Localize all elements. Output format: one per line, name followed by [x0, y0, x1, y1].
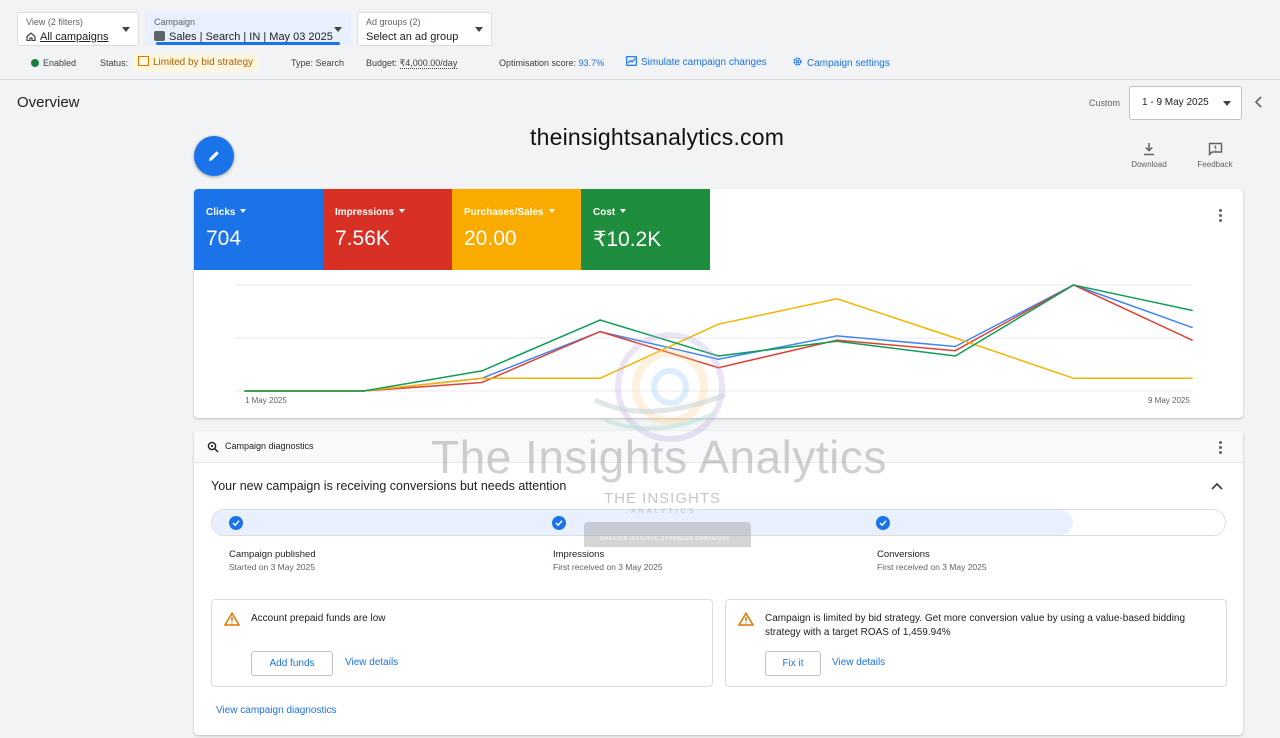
- step-impressions: Impressions First received on 3 May 2025: [553, 549, 663, 572]
- optimisation-score-value: 93.7%: [578, 58, 605, 68]
- limited-status-badge[interactable]: Limited by bid strategy: [133, 54, 259, 72]
- check-circle-icon: [552, 516, 566, 530]
- gear-icon: [793, 57, 802, 66]
- view-details-link[interactable]: View details: [832, 657, 885, 668]
- data-point: [954, 349, 957, 352]
- alert-prepaid-funds: Account prepaid funds are low Add funds …: [211, 599, 713, 687]
- alert-text: Campaign is limited by bid strategy. Get…: [765, 613, 1186, 638]
- data-point: [1191, 339, 1193, 341]
- data-point: [954, 355, 957, 357]
- chevron-down-icon: [1223, 101, 1231, 106]
- custom-date-label: Custom: [1089, 98, 1121, 108]
- date-range-selector[interactable]: 1 - 9 May 2025: [1129, 86, 1242, 120]
- chevron-up-icon[interactable]: [1210, 481, 1224, 491]
- campaign-selector[interactable]: Campaign Sales | Search | IN | May 03 20…: [145, 12, 351, 46]
- chevron-down-icon: [334, 27, 342, 32]
- step-conversions: Conversions First received on 3 May 2025: [877, 549, 987, 572]
- diagnostics-header: Campaign diagnostics: [194, 431, 1243, 463]
- view-selector[interactable]: View (2 filters) All campaigns: [17, 12, 139, 46]
- status-label: Status:: [100, 58, 129, 68]
- warning-icon: [224, 612, 240, 626]
- data-point: [1072, 284, 1075, 286]
- chevron-down-icon: [122, 27, 130, 32]
- view-details-link[interactable]: View details: [345, 657, 398, 668]
- data-point: [599, 319, 601, 321]
- data-point: [836, 297, 838, 300]
- data-point: [717, 323, 720, 326]
- data-point: [599, 377, 601, 380]
- line-chart: [236, 284, 1193, 392]
- data-point: [480, 377, 483, 380]
- data-point: [954, 345, 957, 348]
- data-point: [717, 366, 720, 369]
- data-point: [1072, 377, 1075, 380]
- enabled-status[interactable]: Enabled: [31, 56, 76, 70]
- data-point: [362, 390, 365, 392]
- budget-value: ₹4,000.00/day: [399, 58, 458, 69]
- data-point: [1191, 309, 1193, 312]
- search-campaign-icon: [154, 31, 165, 41]
- campaign-selector-label: Campaign: [154, 17, 196, 27]
- more-vert-icon[interactable]: [1218, 441, 1222, 455]
- download-icon: [1144, 143, 1154, 156]
- warning-icon: [738, 612, 754, 626]
- fix-it-button[interactable]: Fix it: [765, 651, 821, 676]
- download-button[interactable]: Download: [1124, 142, 1174, 169]
- data-point: [480, 370, 483, 372]
- chart-icon: [138, 56, 149, 66]
- data-point: [954, 337, 957, 339]
- campaign-settings-link[interactable]: Campaign settings: [792, 56, 890, 71]
- ad-group-selector[interactable]: Ad groups (2) Select an ad group: [357, 12, 492, 46]
- progress-fill: [212, 510, 1074, 535]
- alert-text: Account prepaid funds are low: [251, 613, 386, 624]
- diagnostics-title: Campaign diagnostics: [225, 441, 314, 451]
- ad-group-selector-label: Ad groups (2): [366, 17, 421, 27]
- campaign-diagnostics-card: Campaign diagnostics Your new campaign i…: [194, 431, 1243, 735]
- view-campaign-diagnostics-link[interactable]: View campaign diagnostics: [216, 705, 336, 716]
- diagnostics-progress-bar: [211, 509, 1226, 536]
- feedback-button[interactable]: Feedback: [1190, 142, 1240, 169]
- home-icon: [26, 32, 36, 41]
- performance-chart-card: Clicks 704 Impressions 7.56K Purchases/S…: [194, 189, 1243, 418]
- watermark-url: theinsightsanalytics.com: [530, 124, 785, 150]
- check-circle-icon: [876, 516, 890, 530]
- edit-button[interactable]: [194, 136, 234, 176]
- data-point: [480, 381, 483, 384]
- data-point: [244, 390, 246, 392]
- chevron-down-icon: [475, 27, 483, 32]
- ad-group-selector-value: Select an ad group: [366, 31, 459, 43]
- data-point: [1191, 377, 1193, 380]
- step-campaign-published: Campaign published Started on 3 May 2025: [229, 549, 316, 572]
- feedback-icon: [1208, 142, 1222, 156]
- enabled-dot-icon: [31, 59, 39, 67]
- data-point: [1191, 326, 1193, 329]
- diagnostics-headline: Your new campaign is receiving conversio…: [211, 479, 567, 493]
- filter-bar: View (2 filters) All campaigns Campaign …: [0, 0, 1280, 80]
- active-indicator: [156, 42, 340, 45]
- chevron-left-icon[interactable]: [1252, 95, 1266, 109]
- page-title: Overview: [17, 94, 80, 111]
- alert-bid-strategy: Campaign is limited by bid strategy. Get…: [725, 599, 1227, 687]
- x-axis-end-label: 9 May 2025: [1148, 396, 1190, 405]
- check-circle-icon: [229, 516, 243, 530]
- x-axis-start-label: 1 May 2025: [245, 396, 287, 405]
- optimisation-score[interactable]: Optimisation score: 93.7%: [499, 56, 604, 70]
- view-selector-label: View (2 filters): [26, 17, 83, 27]
- campaign-type: Type: Search: [291, 58, 345, 68]
- data-point: [599, 330, 601, 333]
- diagnostics-search-icon: [207, 441, 219, 453]
- add-funds-button[interactable]: Add funds: [251, 651, 333, 676]
- data-point: [836, 340, 838, 342]
- series-line-purchases-sales: [245, 298, 1192, 392]
- view-selector-value: All campaigns: [40, 31, 109, 43]
- simulate-icon: [626, 56, 637, 66]
- date-range-value: 1 - 9 May 2025: [1142, 97, 1209, 108]
- data-point: [717, 358, 720, 360]
- pencil-icon: [209, 151, 219, 161]
- budget[interactable]: Budget: ₹4,000.00/day: [366, 56, 458, 70]
- simulate-campaign-changes-link[interactable]: Simulate campaign changes: [626, 56, 767, 70]
- data-point: [717, 355, 720, 357]
- data-point: [836, 335, 838, 337]
